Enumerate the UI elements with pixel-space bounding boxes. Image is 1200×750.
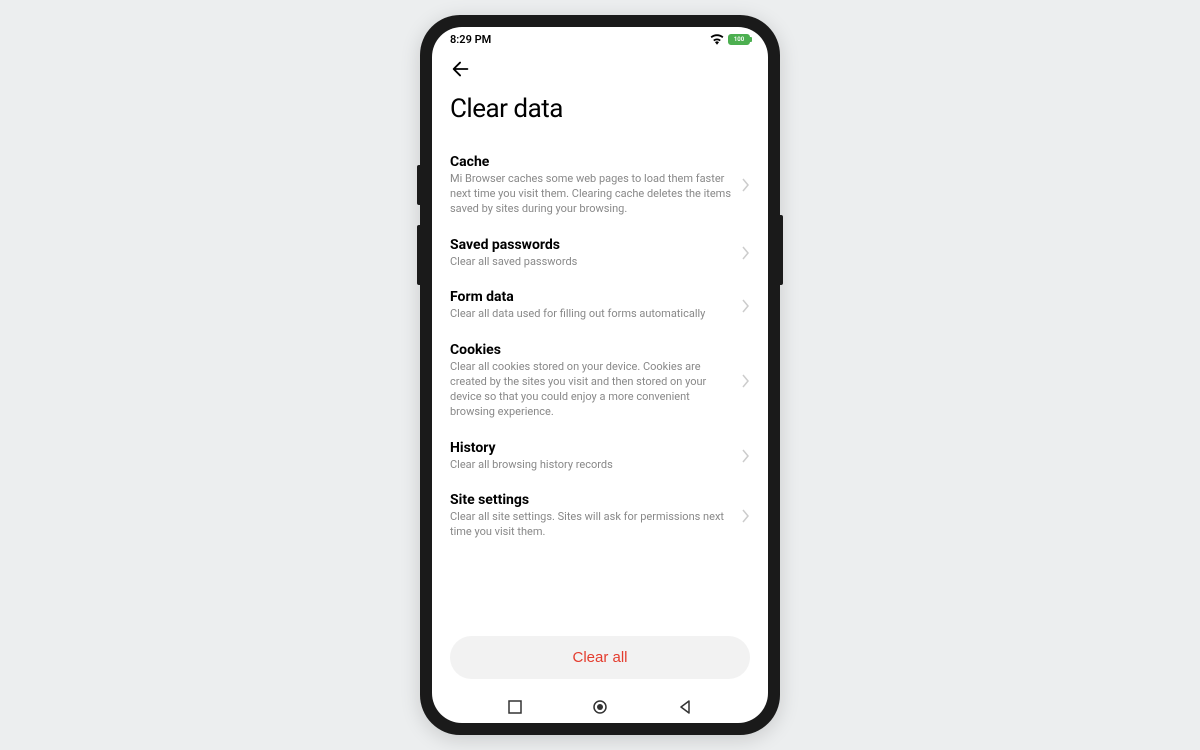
setting-title: Cookies (450, 342, 734, 358)
phone-side-button (417, 165, 420, 205)
setting-item-saved-passwords[interactable]: Saved passwords Clear all saved password… (450, 227, 750, 280)
battery-icon: 100 (728, 34, 750, 45)
chevron-right-icon (742, 178, 750, 192)
chevron-right-icon (742, 509, 750, 523)
setting-desc: Mi Browser caches some web pages to load… (450, 172, 734, 217)
setting-title: Cache (450, 154, 734, 170)
setting-desc: Clear all cookies stored on your device.… (450, 360, 734, 419)
wifi-icon (710, 34, 724, 45)
footer: Clear all (432, 622, 768, 689)
nav-home-button[interactable] (580, 699, 620, 715)
setting-title: Form data (450, 289, 734, 305)
setting-desc: Clear all saved passwords (450, 255, 734, 270)
setting-item-site-settings[interactable]: Site settings Clear all site settings. S… (450, 482, 750, 550)
nav-recent-button[interactable] (495, 700, 535, 714)
phone-frame: 8:29 PM 100 Clear data Cache Mi Browser … (420, 15, 780, 735)
phone-side-button (417, 225, 420, 285)
page-title: Clear data (432, 80, 768, 144)
setting-title: Saved passwords (450, 237, 734, 253)
phone-screen: 8:29 PM 100 Clear data Cache Mi Browser … (432, 27, 768, 723)
settings-list[interactable]: Cache Mi Browser caches some web pages t… (432, 144, 768, 622)
setting-desc: Clear all site settings. Sites will ask … (450, 510, 734, 540)
setting-title: History (450, 440, 734, 456)
status-time: 8:29 PM (450, 33, 491, 46)
setting-item-form-data[interactable]: Form data Clear all data used for fillin… (450, 279, 750, 332)
nav-back-button[interactable] (665, 700, 705, 714)
setting-desc: Clear all browsing history records (450, 458, 734, 473)
setting-item-cookies[interactable]: Cookies Clear all cookies stored on your… (450, 332, 750, 429)
setting-desc: Clear all data used for filling out form… (450, 307, 734, 322)
battery-level: 100 (734, 36, 744, 43)
chevron-right-icon (742, 374, 750, 388)
setting-item-history[interactable]: History Clear all browsing history recor… (450, 430, 750, 483)
android-nav-bar (432, 689, 768, 723)
setting-item-cache[interactable]: Cache Mi Browser caches some web pages t… (450, 144, 750, 227)
setting-title: Site settings (450, 492, 734, 508)
status-bar: 8:29 PM 100 (432, 27, 768, 48)
chevron-right-icon (742, 299, 750, 313)
chevron-right-icon (742, 449, 750, 463)
status-right: 100 (710, 34, 750, 45)
back-button[interactable] (450, 58, 750, 80)
phone-side-button (780, 215, 783, 285)
clear-all-button[interactable]: Clear all (450, 636, 750, 679)
nav-header (432, 48, 768, 80)
chevron-right-icon (742, 246, 750, 260)
